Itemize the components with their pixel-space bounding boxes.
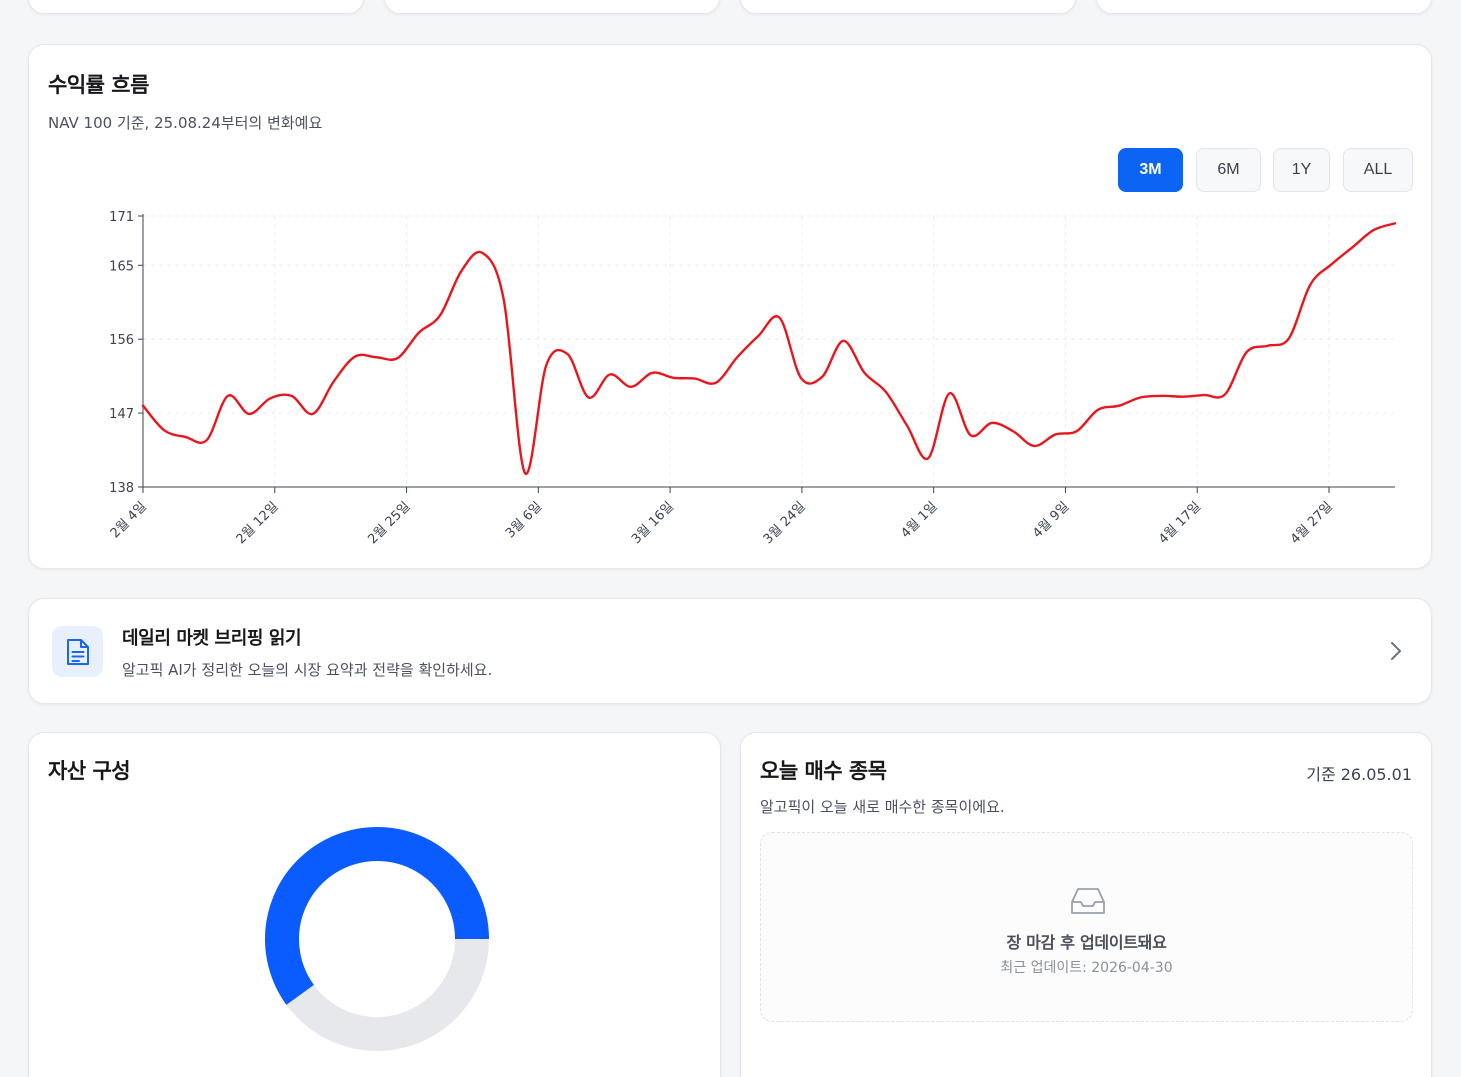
returns-card: 수익률 흐름 NAV 100 기준, 25.08.24부터의 변화예요 3M 6… — [28, 44, 1432, 569]
document-icon — [52, 626, 103, 677]
asset-card: 자산 구성 — [28, 732, 721, 1077]
buy-card: 오늘 매수 종목 기준 26.05.01 알고픽이 오늘 새로 매수한 종목이에… — [740, 732, 1432, 1077]
summary-card-1 — [28, 0, 364, 14]
y-tick-label: 165 — [109, 259, 134, 274]
x-tick-label: 4월 1일 — [898, 499, 940, 541]
asset-donut-chart — [265, 827, 489, 1051]
y-tick-label: 171 — [109, 210, 134, 225]
x-tick-label: 2월 4일 — [108, 499, 150, 541]
y-tick-label: 156 — [109, 333, 134, 348]
x-tick-label: 4월 17일 — [1156, 499, 1204, 547]
x-tick-label: 3월 16일 — [629, 499, 677, 547]
chevron-right-icon[interactable] — [1389, 639, 1403, 663]
buy-subtitle: 알고픽이 오늘 새로 매수한 종목이에요. — [760, 798, 1005, 816]
returns-series-line — [141, 222, 1397, 475]
empty-state: 장 마감 후 업데이트돼요 최근 업데이트: 2026-04-30 — [760, 832, 1413, 1022]
empty-state-title: 장 마감 후 업데이트돼요 — [1006, 933, 1167, 952]
asset-title: 자산 구성 — [48, 759, 131, 783]
briefing-card[interactable]: 데일리 마켓 브리핑 읽기 알고픽 AI가 정리한 오늘의 시장 요약과 전략을… — [28, 598, 1432, 704]
summary-card-4 — [1096, 0, 1432, 14]
x-tick-label: 3월 6일 — [503, 499, 545, 541]
y-tick-label: 138 — [109, 481, 134, 496]
empty-state-subtitle: 최근 업데이트: 2026-04-30 — [1000, 960, 1173, 976]
briefing-subtitle: 알고픽 AI가 정리한 오늘의 시장 요약과 전략을 확인하세요. — [122, 661, 493, 679]
x-tick-label: 4월 9일 — [1030, 499, 1072, 541]
buy-date: 기준 26.05.01 — [1306, 765, 1412, 784]
donut-primary-segment — [265, 827, 489, 1005]
x-tick-label: 2월 25일 — [365, 499, 413, 547]
inbox-icon — [1071, 888, 1105, 914]
y-tick-label: 147 — [109, 407, 134, 422]
summary-card-3 — [740, 0, 1076, 14]
x-tick-label: 4월 27일 — [1288, 499, 1336, 547]
briefing-title: 데일리 마켓 브리핑 읽기 — [122, 628, 302, 649]
summary-card-2 — [384, 0, 720, 14]
donut-rest-segment — [286, 938, 489, 1051]
returns-chart: 171 165 156 147 138 2월 4일 2월 12일 2월 25일 3월 6일 3월 … — [108, 210, 1397, 547]
x-tick-label: 2월 12일 — [234, 499, 282, 547]
buy-title: 오늘 매수 종목 — [760, 759, 887, 783]
x-tick-label: 3월 24일 — [761, 499, 809, 547]
